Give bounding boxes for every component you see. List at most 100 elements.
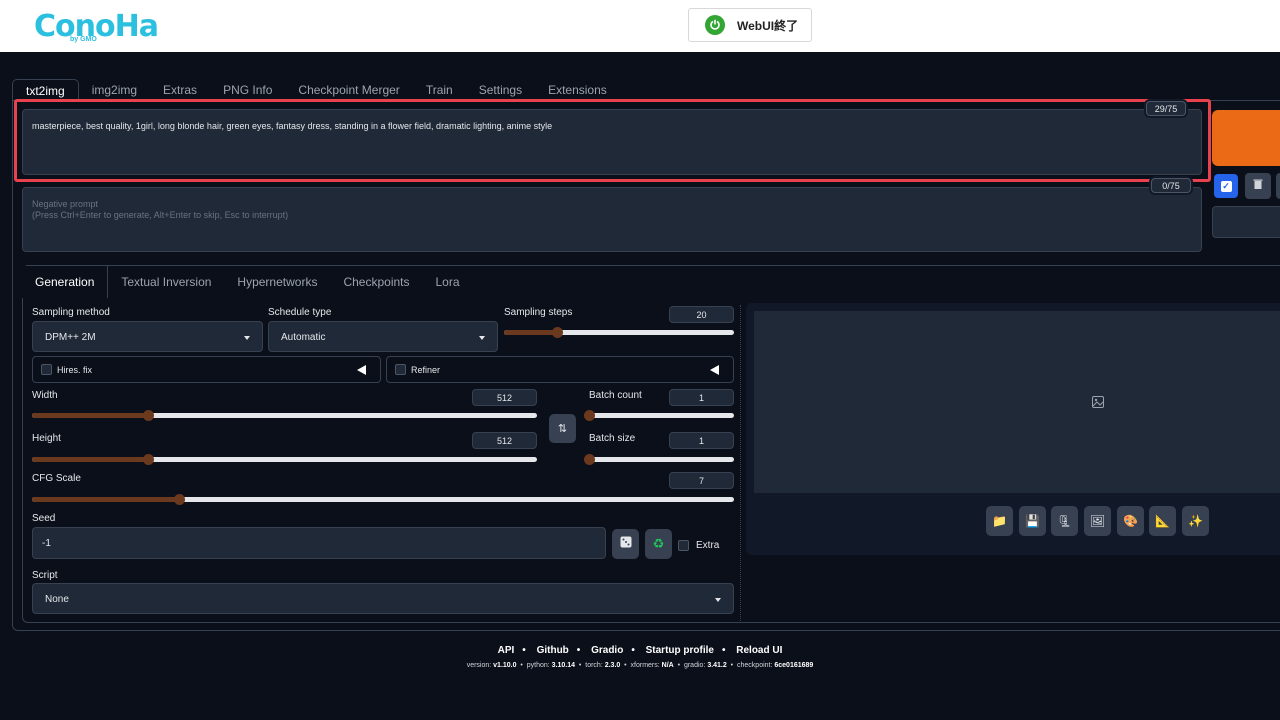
webui-shutdown-label: WebUI終了	[737, 18, 799, 33]
hires-fix-accordion[interactable]: Hires. fix	[32, 356, 381, 383]
top-bar: ConoHa by GMO WebUI終了	[0, 0, 1280, 52]
tab-settings[interactable]: Settings	[466, 79, 535, 101]
sparkle-icon: ✨	[1188, 514, 1203, 528]
save-button[interactable]: 💾	[1019, 506, 1046, 536]
styles-dropdown[interactable]	[1212, 206, 1280, 238]
footer-link-reload-ui[interactable]: Reload UI	[736, 645, 782, 656]
slider-fill	[32, 413, 149, 418]
check-icon: ✓	[1220, 180, 1232, 192]
seed-value: -1	[42, 538, 51, 549]
footer-links: API • Github • Gradio • Startup profile • Re…	[497, 645, 783, 656]
tab-checkpoint-merger[interactable]: Checkpoint Merger	[285, 79, 412, 101]
swap-dimensions-button[interactable]: ⇅	[549, 414, 576, 443]
slider-knob[interactable]	[584, 410, 595, 421]
tab-train[interactable]: Train	[413, 79, 466, 101]
send-to-extras-button[interactable]: 📐	[1149, 506, 1176, 536]
height-label: Height	[32, 433, 61, 444]
sampling-method-label: Sampling method	[32, 307, 110, 318]
highlight-box	[14, 99, 1211, 182]
batch-size-slider[interactable]	[584, 454, 734, 465]
folder-icon: 📁	[992, 514, 1007, 528]
ruler-icon: 📐	[1155, 514, 1170, 528]
schedule-type-label: Schedule type	[268, 307, 332, 318]
send-to-img2img-button[interactable]: 🖼	[1084, 506, 1111, 536]
extra-seed-checkbox[interactable]	[678, 540, 689, 551]
chevron-down-icon	[244, 336, 250, 340]
sampling-steps-input[interactable]: 20	[669, 306, 734, 323]
tab-textual-inversion[interactable]: Textual Inversion	[108, 266, 224, 298]
power-icon	[705, 15, 725, 35]
script-dropdown[interactable]: None	[32, 583, 734, 614]
zip-button[interactable]: 🗜	[1051, 506, 1078, 536]
refiner-checkbox[interactable]	[395, 364, 406, 375]
batch-count-label: Batch count	[589, 390, 642, 401]
hires-fix-button[interactable]: ✨	[1182, 506, 1209, 536]
clear-prompt-button[interactable]	[1245, 173, 1271, 199]
width-input[interactable]: 512	[472, 389, 537, 406]
random-seed-button[interactable]	[612, 529, 639, 559]
chevron-down-icon	[479, 336, 485, 340]
tab-generation[interactable]: Generation	[22, 266, 109, 298]
footer-link-api[interactable]: API	[498, 645, 515, 656]
generate-button[interactable]	[1212, 110, 1280, 166]
collapse-arrow-icon[interactable]	[357, 365, 366, 375]
cfg-scale-label: CFG Scale	[32, 473, 81, 484]
width-slider[interactable]	[32, 410, 537, 421]
image-placeholder-icon	[1091, 395, 1105, 414]
recycle-icon: ♻	[652, 536, 665, 551]
sampling-method-dropdown[interactable]: DPM++ 2M	[32, 321, 263, 352]
sampling-steps-slider[interactable]	[504, 327, 734, 338]
negative-prompt-placeholder: Negative prompt (Press Ctrl+Enter to gen…	[32, 199, 289, 220]
sampling-method-value: DPM++ 2M	[45, 332, 96, 343]
seed-label: Seed	[32, 513, 56, 524]
slider-knob[interactable]	[584, 454, 595, 465]
sub-tabs: Generation Textual Inversion Hypernetwor…	[22, 266, 473, 298]
seed-input[interactable]: -1	[32, 527, 606, 559]
height-slider[interactable]	[32, 454, 537, 465]
refiner-accordion[interactable]: Refiner	[386, 356, 734, 383]
refiner-label: Refiner	[411, 365, 441, 375]
tab-hypernetworks[interactable]: Hypernetworks	[224, 266, 330, 298]
more-tools-button[interactable]	[1276, 173, 1280, 199]
dice-icon	[619, 535, 633, 554]
footer-link-github[interactable]: Github	[537, 645, 569, 656]
hires-fix-label: Hires. fix	[57, 365, 93, 375]
batch-count-slider[interactable]	[584, 410, 734, 421]
batch-count-input[interactable]: 1	[669, 389, 734, 406]
cfg-scale-slider[interactable]	[32, 494, 734, 505]
width-label: Width	[32, 390, 58, 401]
send-to-inpaint-button[interactable]: 🎨	[1117, 506, 1144, 536]
slider-fill	[32, 457, 149, 462]
tab-png-info[interactable]: PNG Info	[210, 79, 285, 101]
column-divider	[740, 305, 741, 621]
negative-prompt-textarea[interactable]: Negative prompt (Press Ctrl+Enter to gen…	[22, 187, 1202, 252]
tab-img2img[interactable]: img2img	[79, 79, 150, 101]
tab-extras[interactable]: Extras	[150, 79, 210, 101]
apply-styles-button[interactable]: ✓	[1214, 174, 1238, 198]
open-folder-button[interactable]: 📁	[986, 506, 1013, 536]
script-value: None	[45, 594, 69, 605]
collapse-arrow-icon[interactable]	[710, 365, 719, 375]
reuse-seed-button[interactable]: ♻	[645, 529, 672, 559]
cfg-scale-input[interactable]: 7	[669, 472, 734, 489]
footer-link-gradio[interactable]: Gradio	[591, 645, 623, 656]
palette-icon: 🎨	[1123, 514, 1138, 528]
schedule-type-value: Automatic	[281, 332, 326, 343]
tab-lora[interactable]: Lora	[423, 266, 473, 298]
webui-shutdown-button[interactable]: WebUI終了	[688, 8, 812, 42]
main-tabs: txt2img img2img Extras PNG Info Checkpoi…	[12, 79, 620, 101]
hires-fix-checkbox[interactable]	[41, 364, 52, 375]
slider-fill	[32, 497, 180, 502]
logo-subtext: by GMO	[70, 36, 97, 43]
output-image-area	[754, 311, 1280, 493]
batch-size-label: Batch size	[589, 433, 636, 444]
batch-size-input[interactable]: 1	[669, 432, 734, 449]
footer-link-startup-profile[interactable]: Startup profile	[646, 645, 714, 656]
slider-knob[interactable]	[551, 327, 563, 338]
tab-extensions[interactable]: Extensions	[535, 79, 620, 101]
height-input[interactable]: 512	[472, 432, 537, 449]
zip-icon: 🗜	[1056, 514, 1073, 528]
tab-txt2img[interactable]: txt2img	[12, 79, 79, 101]
tab-checkpoints[interactable]: Checkpoints	[330, 266, 422, 298]
schedule-type-dropdown[interactable]: Automatic	[268, 321, 498, 352]
